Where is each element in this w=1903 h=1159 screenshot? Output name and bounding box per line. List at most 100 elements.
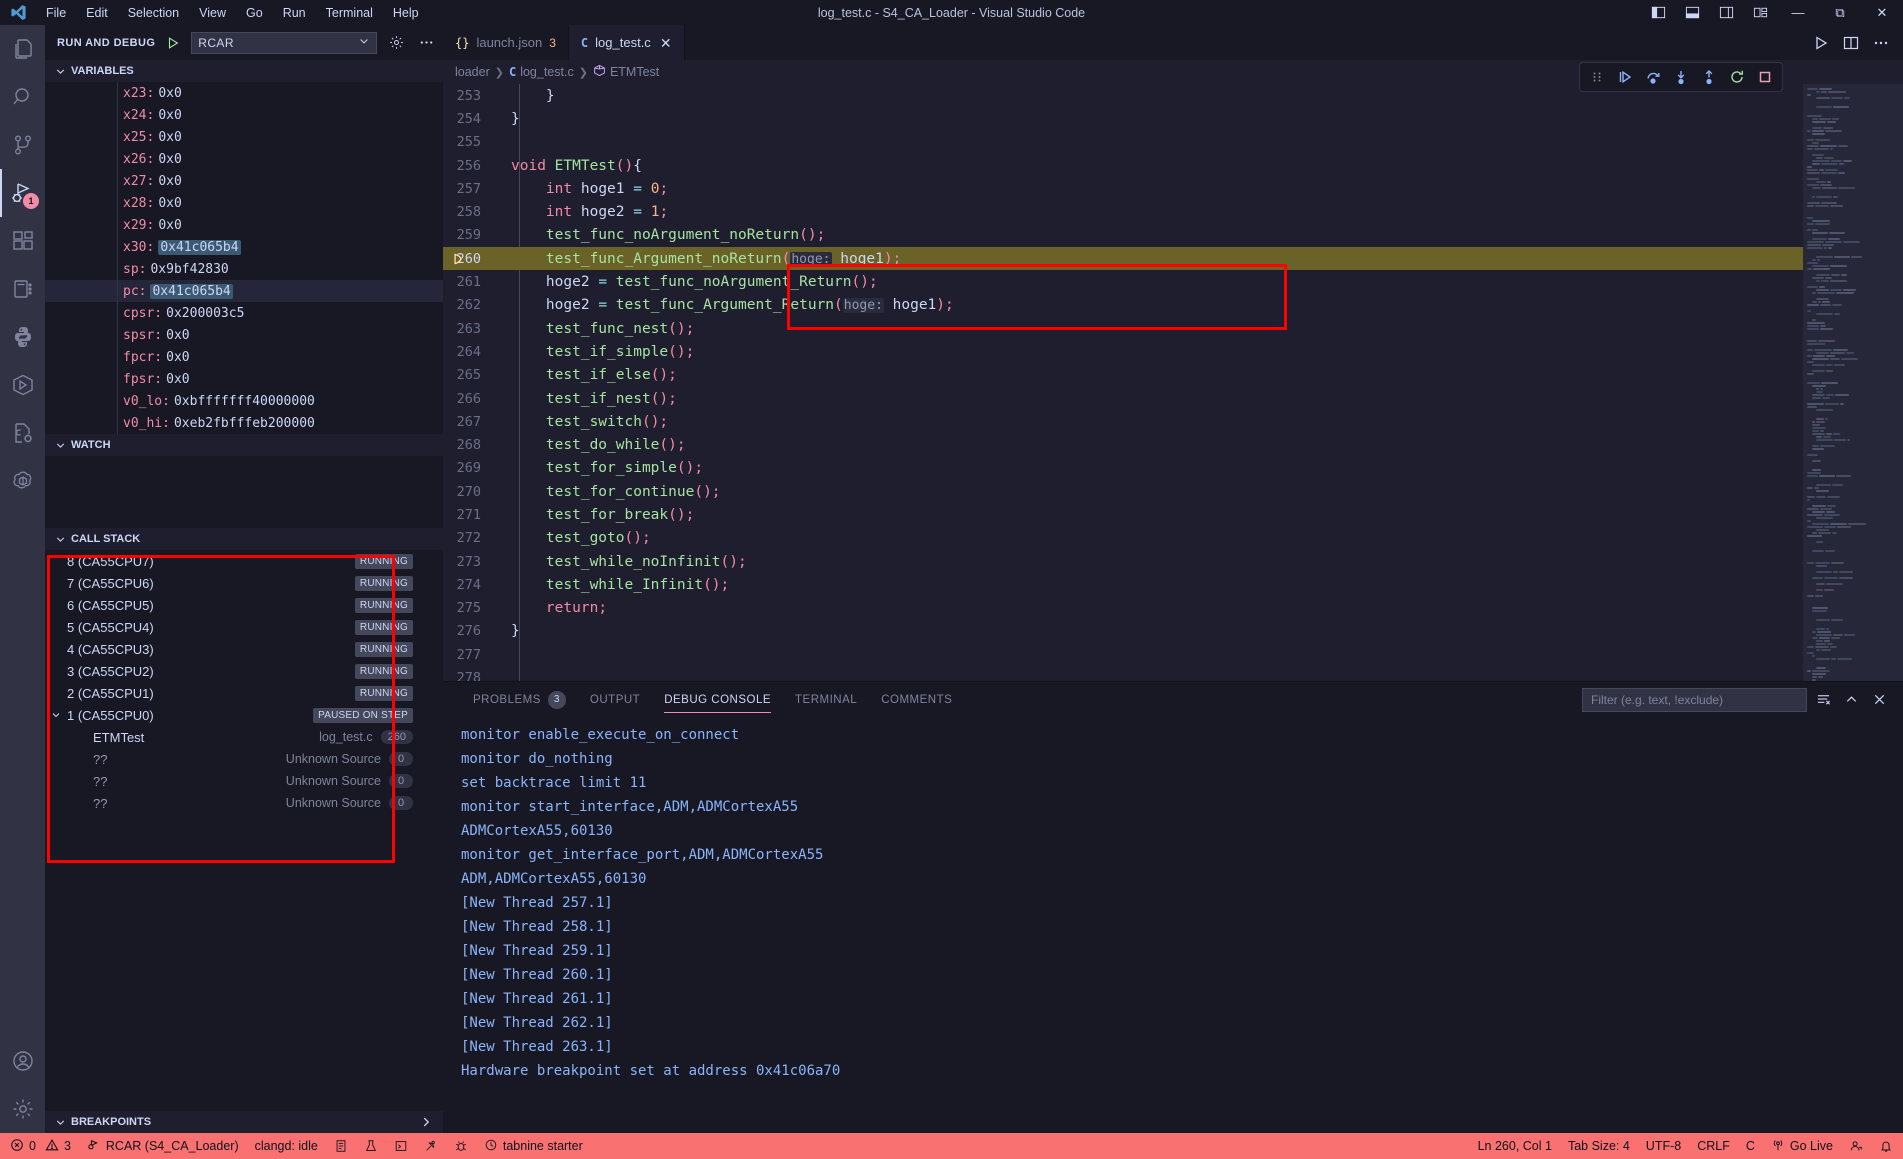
restart-icon[interactable] — [1724, 64, 1750, 90]
variable-row[interactable]: spsr:0x0 — [45, 324, 443, 346]
breadcrumb-item-symbol[interactable]: ETMTest — [593, 64, 659, 80]
code-text[interactable]: test_if_nest(); — [503, 391, 677, 407]
line-number[interactable]: 257 — [443, 181, 503, 197]
minimap[interactable] — [1803, 84, 1903, 681]
callstack-pane-header[interactable]: CALL STACK — [45, 528, 443, 550]
menu-view[interactable]: View — [189, 3, 236, 23]
line-number[interactable]: 256 — [443, 158, 503, 174]
code-line[interactable]: 277 — [443, 643, 1803, 666]
breadcrumb-item-loader[interactable]: loader — [455, 65, 490, 79]
callstack-thread-row[interactable]: 8 (CA55CPU7)RUNNING — [45, 550, 443, 572]
code-text[interactable]: test_func_nest(); — [503, 321, 694, 337]
line-number[interactable]: 277 — [443, 647, 503, 663]
breakpoints-pane-header[interactable]: BREAKPOINTS — [45, 1111, 443, 1133]
variable-row[interactable]: x26:0x0 — [45, 148, 443, 170]
code-text[interactable]: test_while_Infinit(); — [503, 577, 729, 593]
line-number[interactable]: 259 — [443, 227, 503, 243]
accounts-icon[interactable] — [0, 1037, 45, 1085]
variable-row[interactable]: x23:0x0 — [45, 82, 443, 104]
code-text[interactable]: return; — [503, 600, 607, 616]
variable-value[interactable]: 0x0 — [158, 152, 181, 167]
close-panel-icon[interactable] — [1867, 688, 1891, 712]
line-number[interactable]: 258 — [443, 204, 503, 220]
toggle-primary-sidebar-icon[interactable] — [1641, 0, 1675, 25]
line-number[interactable]: 264 — [443, 344, 503, 360]
line-number[interactable]: 269 — [443, 460, 503, 476]
customize-layout-icon[interactable] — [1743, 0, 1777, 25]
watch-list[interactable] — [45, 456, 443, 528]
code-text[interactable]: } — [503, 88, 555, 104]
line-number[interactable]: 260 — [443, 251, 503, 267]
callstack-frame-row[interactable]: ??Unknown Source0 — [45, 748, 443, 770]
callstack-frame-row[interactable]: ??Unknown Source0 — [45, 770, 443, 792]
debug-toolbar[interactable] — [1579, 62, 1783, 92]
drag-handle-icon[interactable] — [1584, 64, 1610, 90]
menu-go[interactable]: Go — [236, 3, 273, 23]
variable-row[interactable]: cpsr:0x200003c5 — [45, 302, 443, 324]
explorer-icon[interactable] — [0, 25, 45, 73]
remote-satellite-icon[interactable] — [416, 1133, 446, 1159]
code-line[interactable]: 264 test_if_simple(); — [443, 340, 1803, 363]
extensions-icon[interactable] — [0, 217, 45, 265]
variable-row[interactable]: fpsr:0x0 — [45, 368, 443, 390]
line-number[interactable]: 273 — [443, 554, 503, 570]
variable-row[interactable]: x29:0x0 — [45, 214, 443, 236]
window-minimize-button[interactable]: — — [1777, 0, 1819, 25]
error-warning-counts[interactable]: 0 3 — [2, 1133, 79, 1159]
variable-value[interactable]: 0x200003c5 — [166, 306, 244, 321]
menu-terminal[interactable]: Terminal — [316, 3, 383, 23]
callstack-thread-row[interactable]: 2 (CA55CPU1)RUNNING — [45, 682, 443, 704]
code-text[interactable]: test_for_continue(); — [503, 484, 721, 500]
tab-debug-console[interactable]: DEBUG CONSOLE — [652, 682, 783, 717]
variable-row[interactable]: x30:0x41c065b4 — [45, 236, 443, 258]
cpp-tools-icon[interactable] — [0, 409, 45, 457]
code-text[interactable]: } — [503, 111, 520, 127]
toggle-secondary-sidebar-icon[interactable] — [1709, 0, 1743, 25]
stop-icon[interactable] — [1752, 64, 1778, 90]
code-line[interactable]: 263 test_func_nest(); — [443, 317, 1803, 340]
variable-row[interactable]: x24:0x0 — [45, 104, 443, 126]
editor-scrollbar[interactable] — [1889, 84, 1903, 681]
variable-row[interactable]: x28:0x0 — [45, 192, 443, 214]
code-line[interactable]: 266 test_if_nest(); — [443, 387, 1803, 410]
callstack-thread-row[interactable]: 5 (CA55CPU4)RUNNING — [45, 616, 443, 638]
code-text[interactable]: int hoge1 = 0; — [503, 181, 668, 197]
code-text[interactable]: test_func_Argument_noReturn(hoge: hoge1)… — [503, 251, 901, 267]
callstack-thread-row[interactable]: 6 (CA55CPU5)RUNNING — [45, 594, 443, 616]
callstack-thread-row[interactable]: 3 (CA55CPU2)RUNNING — [45, 660, 443, 682]
collapse-panel-icon[interactable] — [1839, 688, 1863, 712]
tabnine-status[interactable]: tabnine starter — [476, 1133, 591, 1159]
code-line[interactable]: 268 test_do_while(); — [443, 433, 1803, 456]
code-line[interactable]: 274 test_while_Infinit(); — [443, 573, 1803, 596]
line-number[interactable]: 255 — [443, 134, 503, 150]
line-number[interactable]: 276 — [443, 623, 503, 639]
tab-size[interactable]: Tab Size: 4 — [1560, 1133, 1638, 1159]
code-line[interactable]: 271 test_for_break(); — [443, 503, 1803, 526]
menu-run[interactable]: Run — [273, 3, 316, 23]
variable-value[interactable]: 0x0 — [158, 218, 181, 233]
code-text[interactable]: hoge2 = test_func_noArgument_Return(); — [503, 274, 878, 290]
callstack-thread-row[interactable]: 1 (CA55CPU0)PAUSED ON STEP — [45, 704, 443, 726]
line-number[interactable]: 262 — [443, 297, 503, 313]
line-number[interactable]: 261 — [443, 274, 503, 290]
line-number[interactable]: 270 — [443, 484, 503, 500]
split-editor-icon[interactable] — [1837, 29, 1865, 57]
line-number[interactable]: 265 — [443, 367, 503, 383]
open-launch-json-gear-icon[interactable] — [385, 32, 407, 54]
window-maximize-button[interactable]: ⧉ — [1819, 0, 1861, 25]
menu-selection[interactable]: Selection — [118, 3, 189, 23]
terminal-icon[interactable] — [386, 1133, 416, 1159]
language-mode[interactable]: C — [1738, 1133, 1763, 1159]
line-number[interactable]: 267 — [443, 414, 503, 430]
code-text[interactable]: test_if_else(); — [503, 367, 677, 383]
code-text[interactable]: test_switch(); — [503, 414, 668, 430]
code-line[interactable]: 272 test_goto(); — [443, 527, 1803, 550]
code-line[interactable]: 262 hoge2 = test_func_Argument_Return(ho… — [443, 294, 1803, 317]
continue-icon[interactable] — [1612, 64, 1638, 90]
line-number[interactable]: 274 — [443, 577, 503, 593]
chevron-right-icon[interactable] — [419, 1115, 433, 1129]
code-text[interactable]: test_if_simple(); — [503, 344, 694, 360]
search-icon[interactable] — [0, 73, 45, 121]
code-line[interactable]: 265 test_if_else(); — [443, 364, 1803, 387]
python-icon[interactable] — [0, 313, 45, 361]
